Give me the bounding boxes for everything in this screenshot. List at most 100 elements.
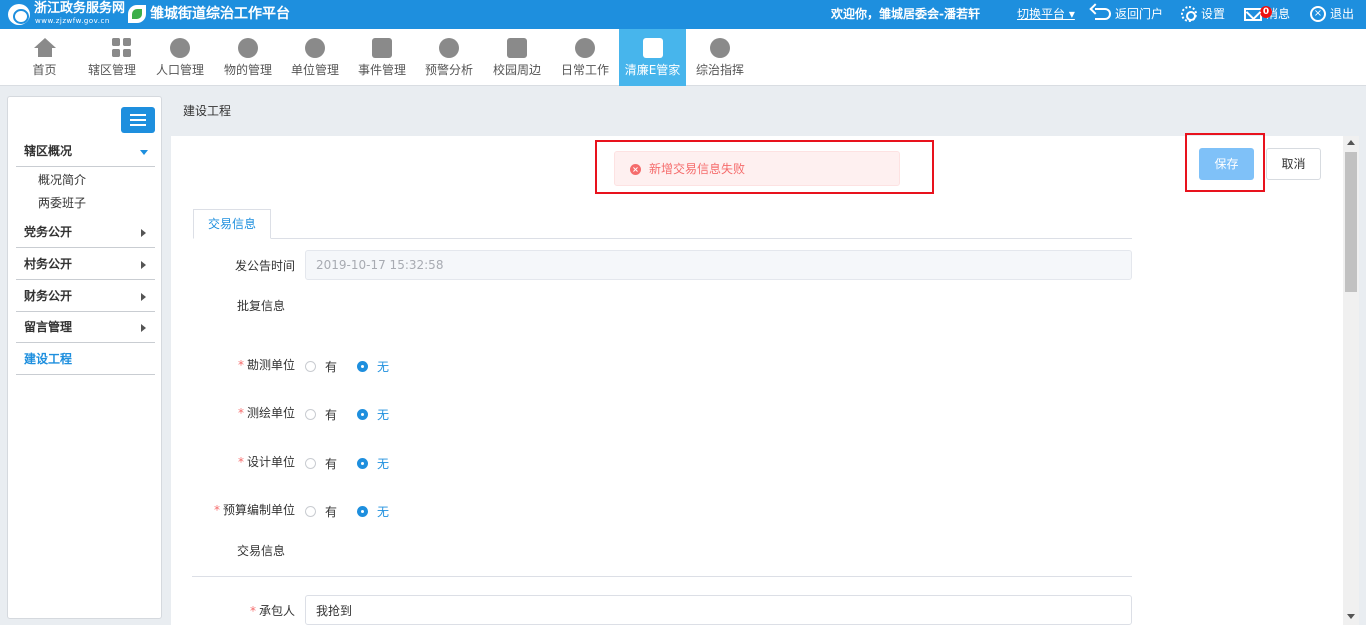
caret-right-icon: [141, 324, 146, 332]
nav-item-warning[interactable]: 预警分析: [421, 29, 477, 86]
trade-section-title: 交易信息: [237, 544, 286, 558]
steward-icon: [642, 38, 663, 58]
nav-item-label: 清廉E管家: [624, 63, 681, 77]
menu-toggle-button[interactable]: [121, 107, 155, 133]
radio-dot: [357, 505, 368, 517]
mapping-unit-no-radio[interactable]: 无: [357, 406, 389, 422]
budget-unit-yes-radio[interactable]: 有: [305, 503, 337, 519]
hamburger-icon-line: [130, 124, 146, 126]
nav-item-label: 单位管理: [290, 63, 339, 77]
hamburger-icon-line: [130, 119, 146, 121]
nav-item-label: 事件管理: [357, 63, 406, 77]
platform-name: 雏城街道综治工作平台: [150, 6, 290, 22]
sidebar-item-messages[interactable]: 留言管理: [16, 311, 155, 343]
caret-down-icon: [140, 150, 148, 155]
logout-link[interactable]: × 退出: [1310, 5, 1354, 23]
welcome-text: 欢迎你，雏城居委会-潘若轩: [831, 7, 980, 21]
radio-dot: [357, 457, 368, 469]
unit-icon: [305, 38, 325, 58]
nav-item-campus[interactable]: 校园周边: [489, 29, 545, 86]
sidebar-item-label: 辖区概况: [24, 144, 73, 158]
tab-trade-info[interactable]: 交易信息: [193, 209, 271, 239]
radio-dot: [305, 505, 316, 517]
messages-link[interactable]: 0 消息: [1244, 5, 1290, 23]
radio-dot: [357, 360, 368, 372]
scroll-up-arrow-icon[interactable]: [1347, 140, 1355, 145]
error-alert: × 新增交易信息失败: [614, 151, 900, 186]
nav-item-home[interactable]: 首页: [22, 29, 67, 86]
breadcrumb: 建设工程: [183, 104, 232, 118]
scroll-down-arrow-icon[interactable]: [1347, 614, 1355, 619]
tab-divider: [193, 238, 1132, 239]
sidebar-item-construction[interactable]: 建设工程: [16, 343, 155, 375]
site-name: 浙江政务服务网: [34, 1, 126, 16]
save-button[interactable]: 保存: [1199, 148, 1254, 180]
sidebar-item-label: 建设工程: [24, 352, 73, 366]
nav-item-daily-work[interactable]: 日常工作: [557, 29, 613, 86]
event-icon: [372, 38, 392, 58]
contractor-input[interactable]: [305, 595, 1132, 625]
radio-dot: [357, 408, 368, 420]
nav-item-units[interactable]: 单位管理: [287, 29, 343, 86]
back-arrow-icon: [1095, 8, 1111, 20]
page-scrollbar[interactable]: [1343, 136, 1359, 625]
people-icon: [170, 38, 190, 58]
mapping-unit-yes-radio[interactable]: 有: [305, 406, 337, 422]
caret-right-icon: [141, 261, 146, 269]
nav-item-command[interactable]: 综治指挥: [692, 29, 748, 86]
cancel-button[interactable]: 取消: [1266, 148, 1321, 180]
switch-platform-link[interactable]: 切换平台 ▾: [1017, 5, 1075, 23]
back-portal-label: 返回门户: [1115, 7, 1164, 21]
sidebar-item-label: 财务公开: [24, 289, 73, 303]
caret-right-icon: [141, 229, 146, 237]
sidebar-subitem-intro[interactable]: 概况简介: [38, 172, 86, 188]
logout-label: 退出: [1330, 7, 1355, 21]
sidebar-item-overview[interactable]: 辖区概况: [16, 135, 155, 167]
nav-item-objects[interactable]: 物的管理: [220, 29, 276, 86]
sidebar-item-finance[interactable]: 财务公开: [16, 280, 155, 312]
radio-dot: [305, 360, 316, 372]
nav-item-label: 辖区管理: [87, 63, 136, 77]
sidebar-subitem-committee[interactable]: 两委班子: [38, 195, 86, 211]
budget-unit-no-radio[interactable]: 无: [357, 503, 389, 519]
platform-logo-icon: [128, 5, 146, 23]
nav-item-label: 预警分析: [424, 63, 473, 77]
nav-item-jurisdiction[interactable]: 辖区管理: [84, 29, 140, 86]
design-unit-yes-radio[interactable]: 有: [305, 455, 337, 471]
sidebar-item-label: 党务公开: [24, 225, 73, 239]
section-divider: [192, 576, 1132, 577]
content-panel: [171, 136, 1343, 625]
nav-item-label: 物的管理: [223, 63, 272, 77]
gear-icon: [1181, 6, 1197, 22]
mapping-unit-label: * 测绘单位: [238, 406, 296, 420]
settings-link[interactable]: 设置: [1181, 5, 1225, 23]
design-unit-label: * 设计单位: [238, 455, 296, 469]
sidebar: 辖区概况 概况简介 两委班子 党务公开 村务公开 财务公开 留言管理 建设工程: [7, 96, 162, 619]
sidebar-item-party-affairs[interactable]: 党务公开: [16, 216, 155, 248]
nav-item-label: 综治指挥: [695, 63, 744, 77]
design-unit-no-radio[interactable]: 无: [357, 455, 389, 471]
sidebar-item-village-affairs[interactable]: 村务公开: [16, 248, 155, 280]
top-bar: 浙江政务服务网 www.zjzwfw.gov.cn 雏城街道综治工作平台 欢迎你…: [0, 0, 1366, 29]
nav-item-steward[interactable]: 清廉E管家: [619, 29, 686, 86]
nav-item-label: 人口管理: [155, 63, 204, 77]
announce-time-label: 发公告时间: [235, 259, 296, 273]
home-icon: [33, 38, 56, 57]
site-domain: www.zjzwfw.gov.cn: [35, 17, 110, 25]
survey-unit-yes-radio[interactable]: 有: [305, 358, 337, 374]
back-portal-link[interactable]: 返回门户: [1095, 5, 1163, 23]
vehicle-icon: [238, 38, 258, 58]
survey-unit-no-radio[interactable]: 无: [357, 358, 389, 374]
command-icon: [710, 38, 730, 58]
hamburger-icon: [130, 114, 146, 116]
settings-label: 设置: [1201, 7, 1226, 21]
scroll-thumb[interactable]: [1345, 152, 1357, 292]
nav-item-events[interactable]: 事件管理: [354, 29, 410, 86]
error-alert-text: 新增交易信息失败: [649, 162, 746, 176]
survey-unit-label: * 勘测单位: [238, 358, 296, 372]
sidebar-item-label: 村务公开: [24, 257, 73, 271]
campus-icon: [507, 38, 527, 58]
radio-dot: [305, 457, 316, 469]
nav-item-label: 日常工作: [560, 63, 609, 77]
nav-item-population[interactable]: 人口管理: [152, 29, 208, 86]
